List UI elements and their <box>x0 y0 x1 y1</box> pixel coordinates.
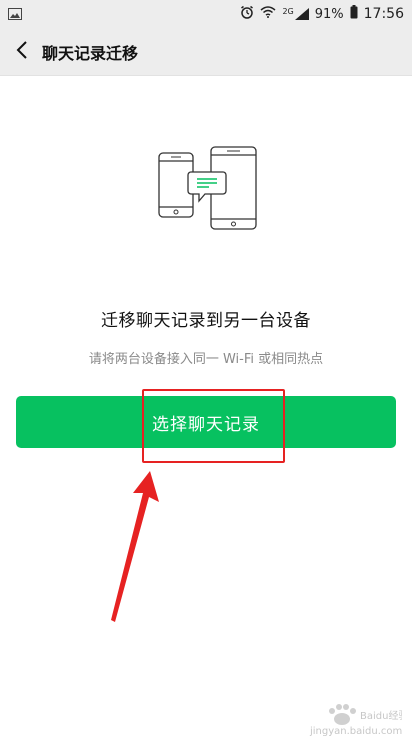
battery-percent: 91% <box>314 6 344 22</box>
main-content: 迁移聊天记录到另一台设备 请将两台设备接入同一 Wi-Fi 或相同热点 选择聊天… <box>0 76 412 741</box>
page-title: 聊天记录迁移 <box>42 43 139 63</box>
device-transfer-illustration <box>150 146 262 236</box>
battery-icon <box>350 5 358 23</box>
alarm-icon <box>240 5 254 23</box>
chevron-left-icon <box>16 40 28 63</box>
nav-bar: 聊天记录迁移 <box>0 28 412 76</box>
signal-icon: 2G <box>282 7 309 20</box>
status-bar: 2G 91% 17:56 <box>0 0 412 28</box>
annotation-arrow <box>105 466 165 626</box>
status-time: 17:56 <box>363 6 404 22</box>
watermark-url: jingyan.baidu.com <box>309 726 402 737</box>
status-left <box>8 5 22 24</box>
back-button[interactable] <box>2 28 42 76</box>
image-notification-icon <box>8 5 22 24</box>
paw-logo-icon <box>329 704 356 725</box>
transfer-headline: 迁移聊天记录到另一台设备 <box>101 311 311 331</box>
watermark-brand: Baidu经验 <box>360 709 402 722</box>
wifi-hint-text: 请将两台设备接入同一 Wi-Fi 或相同热点 <box>88 352 324 367</box>
network-type-label: 2G <box>282 7 294 16</box>
annotation-highlight-box <box>142 389 285 463</box>
baidu-jingyan-watermark: Baidu经验 jingyan.baidu.com <box>282 697 408 737</box>
status-right: 2G 91% 17:56 <box>240 5 404 23</box>
wifi-icon <box>260 6 276 22</box>
